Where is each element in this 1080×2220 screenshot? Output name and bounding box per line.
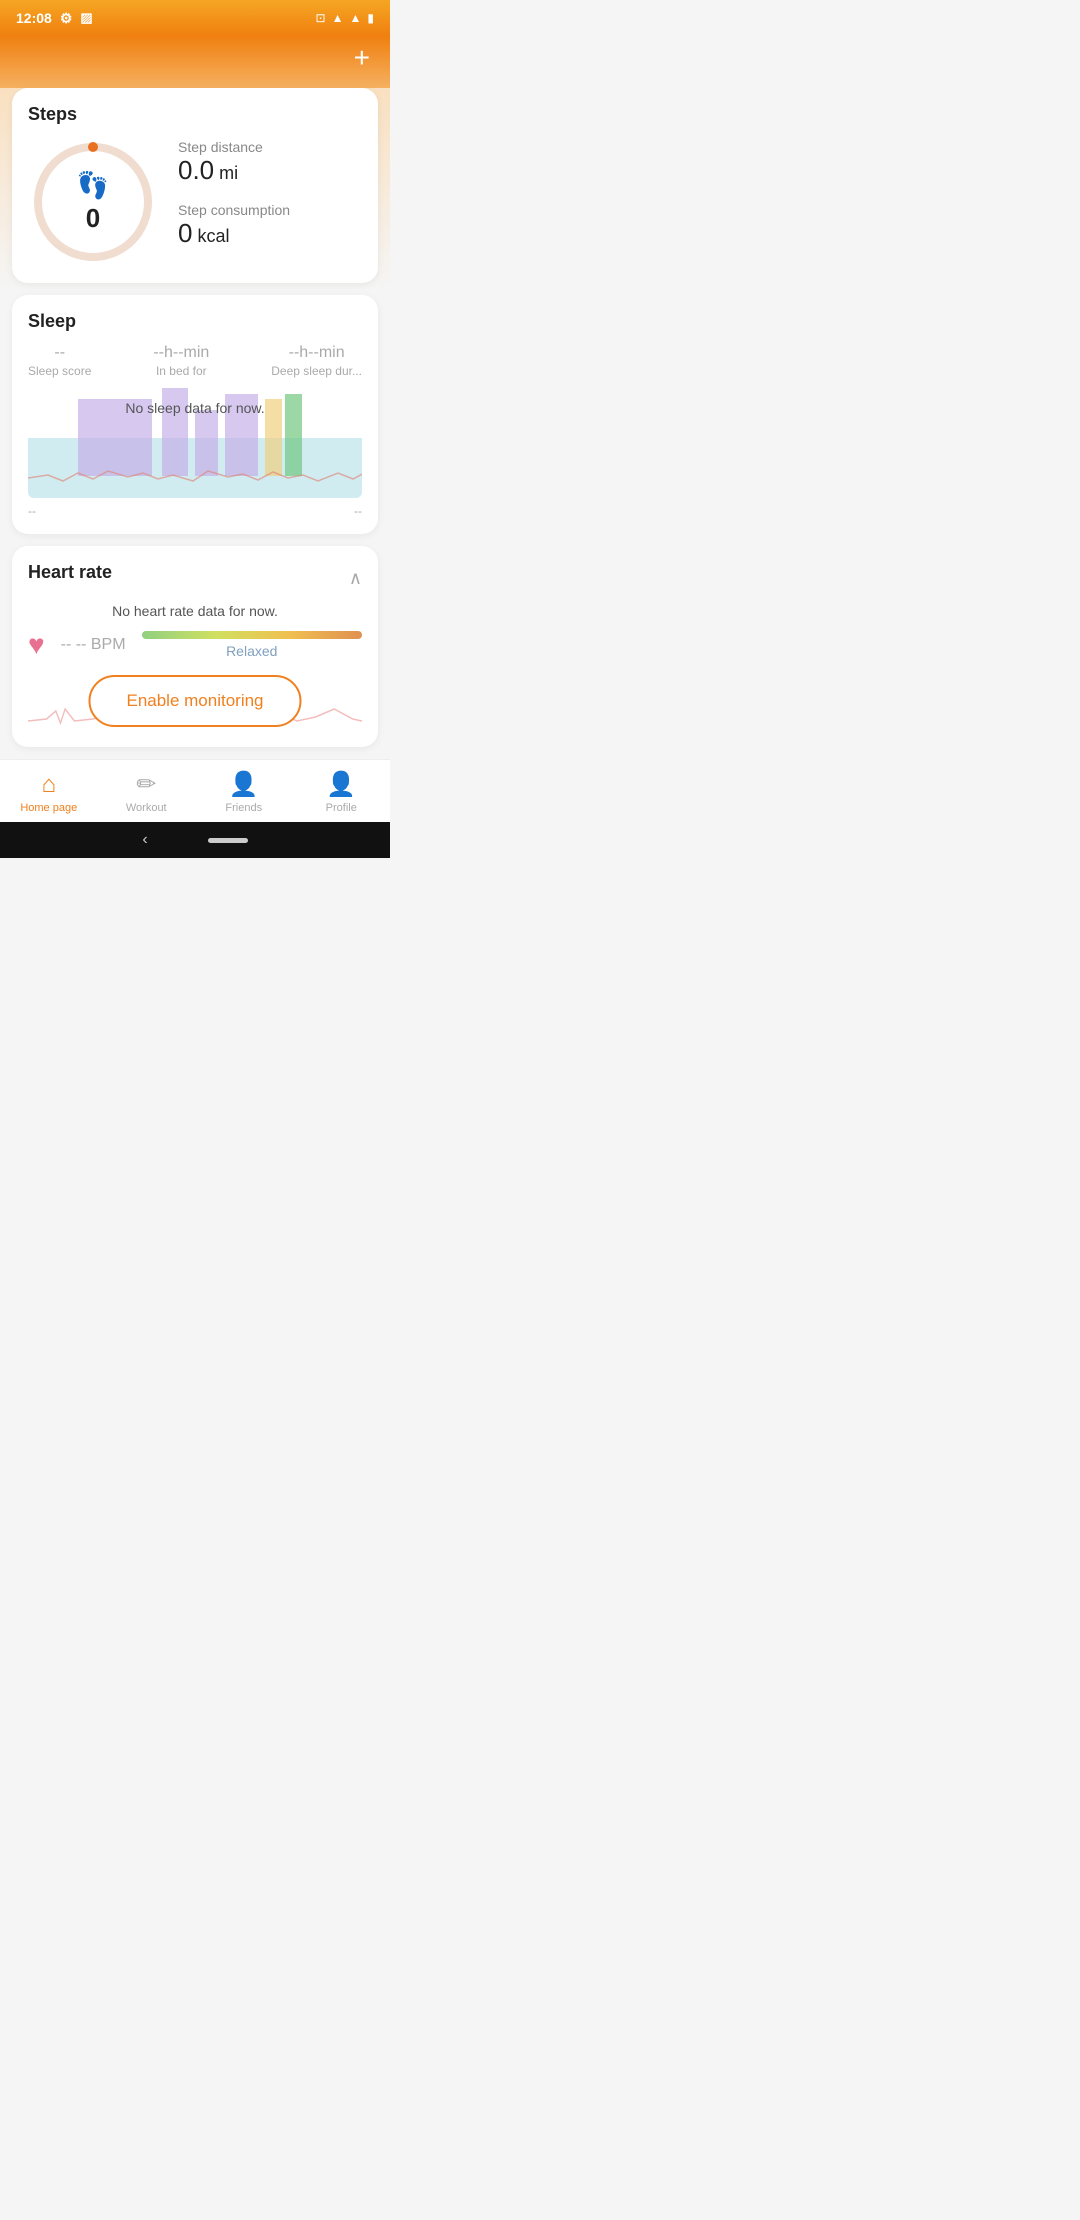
sleep-score-item: -- Sleep score [28,344,91,378]
nav-item-workout[interactable]: ✏ Workout [98,770,196,814]
heart-icon: ♥ [28,629,45,661]
heart-lower-section: Enable monitoring [28,671,362,731]
sleep-meta: -- Sleep score --h--min In bed for --h--… [28,344,362,378]
sleep-no-data-text: No sleep data for now. [125,400,264,416]
time-display: 12:08 [16,10,52,26]
sleep-deepsleep-value: --h--min [271,344,362,362]
nav-item-friends[interactable]: 👤 Friends [195,770,293,814]
heart-bpm-value: -- -- BPM [61,636,126,654]
status-left: 12:08 ⚙ ▨ [16,10,93,27]
nav-item-profile[interactable]: 👤 Profile [293,770,391,814]
sleep-time-row: -- -- [28,504,362,518]
heart-rate-card: Heart rate ∧ No heart rate data for now.… [12,546,378,747]
enable-monitoring-button[interactable]: Enable monitoring [88,675,301,727]
heart-no-data-text: No heart rate data for now. [28,603,362,619]
cast2-icon: ⊡ [316,11,326,25]
home-pill[interactable] [208,838,248,843]
step-consumption-value: 0 kcal [178,218,362,249]
sleep-inbed-item: --h--min In bed for [153,344,209,378]
cast-icon: ▨ [80,10,92,26]
step-circle-inner: 👣 0 [77,170,109,234]
sleep-card: Sleep -- Sleep score --h--min In bed for… [12,295,378,534]
header: + [0,36,390,88]
step-distance-value: 0.0 mi [178,155,362,186]
step-consumption-label: Step consumption [178,202,362,218]
sleep-score-value: -- [28,344,91,362]
sleep-chart: No sleep data for now. [28,388,362,498]
heart-rate-title: Heart rate [28,562,112,583]
main-content: Steps 👣 0 Step distance 0.0 [0,88,390,747]
home-icon: ⌂ [42,771,57,799]
heart-collapse-icon[interactable]: ∧ [349,568,362,589]
bottom-nav: ⌂ Home page ✏ Workout 👤 Friends 👤 Profil… [0,759,390,822]
wifi-icon: ▲ [332,11,344,25]
steps-title: Steps [28,104,362,125]
status-right: ⊡ ▲ ▲ ▮ [316,11,374,25]
back-button[interactable]: ‹ [142,831,147,849]
step-consumption-row: Step consumption 0 kcal [178,202,362,249]
nav-label-profile: Profile [326,802,357,814]
nav-label-workout: Workout [126,802,167,814]
footsteps-icon: 👣 [77,170,109,201]
sleep-title: Sleep [28,311,362,332]
nav-label-home: Home page [20,802,77,814]
profile-icon: 👤 [326,770,356,799]
sleep-time-start: -- [28,504,36,518]
status-bar: 12:08 ⚙ ▨ ⊡ ▲ ▲ ▮ [0,0,390,36]
nav-label-friends: Friends [225,802,262,814]
nav-item-home[interactable]: ⌂ Home page [0,771,98,814]
step-stats: Step distance 0.0 mi Step consumption 0 … [178,139,362,265]
battery-icon: ▮ [367,11,374,25]
steps-card: Steps 👣 0 Step distance 0.0 [12,88,378,283]
workout-icon: ✏ [136,770,156,799]
step-distance-row: Step distance 0.0 mi [178,139,362,186]
sleep-wave-svg [28,453,362,493]
sleep-inbed-label: In bed for [153,364,209,378]
heart-status-wrap: Relaxed [142,631,362,659]
heart-rate-bar [142,631,362,639]
heart-status-label: Relaxed [226,643,277,659]
sleep-deepsleep-label: Deep sleep dur... [271,364,362,378]
android-nav: ‹ [0,822,390,858]
heart-bpm-row: ♥ -- -- BPM Relaxed [28,629,362,661]
settings-icon: ⚙ [60,10,73,27]
enable-monitoring-wrap: Enable monitoring [88,675,301,727]
sleep-deepsleep-item: --h--min Deep sleep dur... [271,344,362,378]
sleep-score-label: Sleep score [28,364,91,378]
step-count: 0 [86,203,100,234]
sleep-time-end: -- [354,504,362,518]
friends-icon: 👤 [229,770,259,799]
heart-rate-header: Heart rate ∧ [28,562,362,595]
sleep-inbed-value: --h--min [153,344,209,362]
step-distance-label: Step distance [178,139,362,155]
steps-content: 👣 0 Step distance 0.0 mi Step consumptio… [28,137,362,267]
step-circle: 👣 0 [28,137,158,267]
add-button[interactable]: + [354,44,370,72]
signal-icon: ▲ [350,11,362,25]
